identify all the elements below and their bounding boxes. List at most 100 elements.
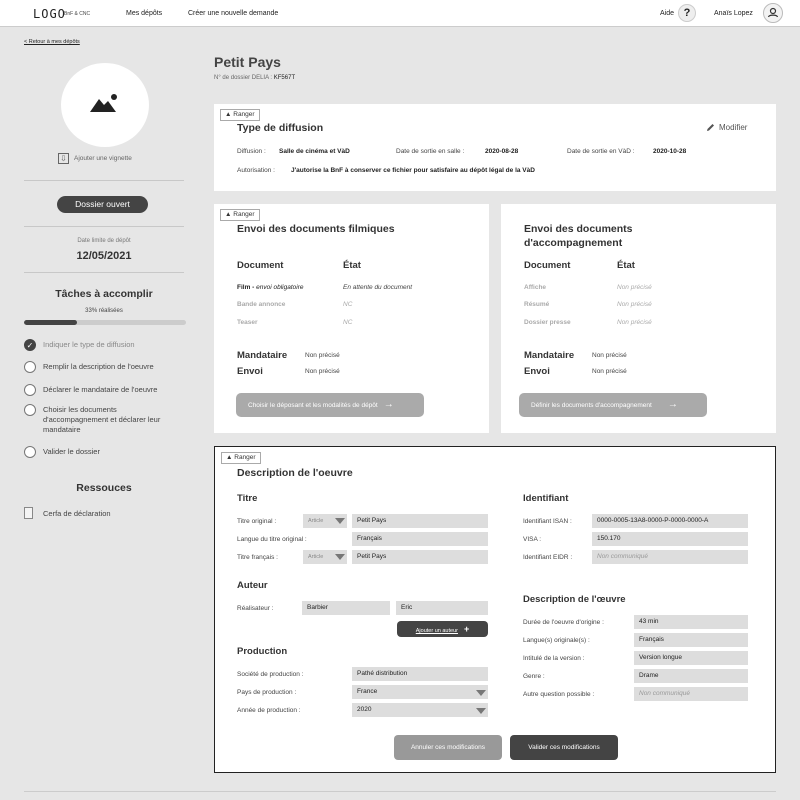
add-author-button[interactable]: Ajouter un auteur + bbox=[397, 621, 488, 637]
accompanying-title-line1: Envoi des documents bbox=[524, 223, 633, 235]
tasks-title: Tâches à accomplir bbox=[55, 288, 153, 300]
isan-label: Identifiant ISAN : bbox=[523, 518, 572, 525]
status-badge: Dossier ouvert bbox=[57, 196, 148, 213]
collapse-button[interactable]: ▲ Ranger bbox=[220, 109, 260, 121]
deadline-label: Date limite de dépôt bbox=[77, 238, 131, 244]
progress-bar bbox=[24, 320, 186, 325]
version-field[interactable]: Version longue bbox=[634, 651, 748, 665]
titre-francais-field[interactable]: Petit Pays bbox=[352, 550, 488, 564]
state-column-header: État bbox=[617, 260, 635, 271]
isan-field[interactable]: 0000-0005-13A8-0000-P-0000-0000-A bbox=[592, 514, 748, 528]
collapse-label: Ranger bbox=[233, 111, 255, 118]
production-heading: Production bbox=[237, 646, 288, 657]
langues-field[interactable]: Français bbox=[634, 633, 748, 647]
modify-button[interactable]: Modifier bbox=[706, 123, 747, 132]
diffusion-value: Salle de cinéma et VàD bbox=[279, 148, 350, 155]
genre-field[interactable]: Drame bbox=[634, 669, 748, 683]
collapse-label: Ranger bbox=[233, 211, 255, 218]
document-name: Teaser bbox=[237, 319, 258, 326]
cancel-button[interactable]: Annuler ces modifications bbox=[394, 735, 502, 760]
autre-label: Autre question possible : bbox=[523, 691, 595, 698]
user-icon[interactable] bbox=[763, 3, 783, 23]
titre-original-field[interactable]: Petit Pays bbox=[352, 514, 488, 528]
collapse-label: Ranger bbox=[234, 454, 256, 461]
envoi-value: Non précisé bbox=[305, 368, 340, 375]
realisateur-label: Réalisateur : bbox=[237, 605, 274, 612]
document-state: Non précisé bbox=[617, 319, 652, 326]
nav-new-request[interactable]: Créer une nouvelle demande bbox=[188, 10, 278, 17]
resource-link-cerfa[interactable]: Cerfa de déclaration bbox=[43, 509, 111, 518]
autre-field[interactable]: Non communiqué bbox=[634, 687, 748, 701]
titre-original-label: Titre original : bbox=[237, 518, 277, 525]
add-thumbnail-button[interactable]: ⇩ Ajouter une vignette bbox=[58, 153, 132, 164]
task-label: Remplir la description de l'oeuvre bbox=[43, 362, 154, 371]
release-date-label: Date de sortie en salle : bbox=[396, 148, 465, 155]
task-label: Déclarer le mandataire de l'oeuvre bbox=[43, 385, 158, 394]
envoi-label: Envoi bbox=[237, 366, 263, 377]
eidr-field[interactable]: Non communiqué bbox=[592, 550, 748, 564]
thumbnail-placeholder bbox=[61, 63, 149, 147]
logo-subtitle: BnF & CNC bbox=[64, 11, 91, 17]
divider bbox=[24, 226, 184, 227]
document-name: Affiche bbox=[524, 284, 547, 291]
validate-button[interactable]: Valider ces modifications bbox=[510, 735, 618, 760]
article-placeholder: Article bbox=[308, 518, 324, 524]
identifiant-heading: Identifiant bbox=[523, 493, 569, 504]
document-state: NC bbox=[343, 319, 353, 326]
divider bbox=[24, 272, 184, 273]
annee-select[interactable]: 2020 bbox=[352, 703, 488, 717]
langues-label: Langue(s) originale(s) : bbox=[523, 637, 590, 644]
mandataire-value: Non précisé bbox=[305, 352, 340, 359]
progress-label: 33% réalisées bbox=[85, 308, 123, 314]
duree-label: Durée de l'oeuvre d'origine : bbox=[523, 619, 604, 626]
titre-francais-label: Titre français : bbox=[237, 554, 278, 561]
pays-label: Pays de production : bbox=[237, 689, 297, 696]
plus-icon: + bbox=[463, 624, 470, 634]
societe-field[interactable]: Pathé distribution bbox=[352, 667, 488, 681]
diffusion-card: ▲ Ranger Type de diffusion Modifier Diff… bbox=[214, 104, 776, 191]
document-name: Dossier presse bbox=[524, 319, 571, 326]
titre-heading: Titre bbox=[237, 493, 258, 504]
radio-icon bbox=[24, 384, 36, 396]
document-state: En attente du document bbox=[343, 284, 413, 291]
document-icon bbox=[24, 507, 33, 519]
choose-depositor-button[interactable]: Choisir le déposant et les modalités de … bbox=[236, 393, 424, 417]
realisateur-firstname-field[interactable]: Eric bbox=[396, 601, 488, 615]
document-name: Résumé bbox=[524, 301, 550, 308]
logo: LOGO bbox=[33, 7, 66, 21]
visa-field[interactable]: 150.170 bbox=[592, 532, 748, 546]
deadline-date: 12/05/2021 bbox=[76, 250, 132, 262]
auteur-heading: Auteur bbox=[237, 580, 268, 591]
accompanying-documents-card: Envoi des documents d'accompagnement Doc… bbox=[501, 204, 776, 433]
collapse-button[interactable]: ▲ Ranger bbox=[220, 209, 260, 221]
nav-my-deposits[interactable]: Mes dépôts bbox=[126, 10, 162, 17]
help-link[interactable]: Aide bbox=[660, 10, 674, 17]
diffusion-title: Type de diffusion bbox=[237, 122, 324, 134]
define-accompanying-button[interactable]: Définir les documents d'accompagnement → bbox=[519, 393, 707, 417]
chevron-down-icon bbox=[476, 708, 486, 714]
task-label: Indiquer le type de diffusion bbox=[43, 340, 135, 349]
vod-date-label: Date de sortie en VàD : bbox=[567, 148, 635, 155]
langue-titre-label: Langue du titre original : bbox=[237, 536, 307, 543]
genre-label: Genre : bbox=[523, 673, 545, 680]
mandataire-value: Non précisé bbox=[592, 352, 627, 359]
page-title: Petit Pays bbox=[214, 54, 281, 70]
add-author-label: Ajouter un auteur bbox=[415, 628, 458, 634]
arrow-right-icon: → bbox=[383, 399, 394, 410]
realisateur-lastname-field[interactable]: Barbier bbox=[302, 601, 390, 615]
help-icon[interactable]: ? bbox=[678, 4, 696, 22]
duree-field[interactable]: 43 min bbox=[634, 615, 748, 629]
collapse-button[interactable]: ▲ Ranger bbox=[221, 452, 261, 464]
back-link[interactable]: < Retour à mes dépôts bbox=[24, 39, 80, 45]
pays-select[interactable]: France bbox=[352, 685, 488, 699]
oeuvre-heading: Description de l'œuvre bbox=[523, 594, 626, 605]
file-number-line: N° de dossier DELIA : KF567T bbox=[214, 75, 295, 81]
download-icon: ⇩ bbox=[58, 153, 69, 164]
vod-date-value: 2020-10-28 bbox=[653, 148, 687, 155]
arrow-right-icon: → bbox=[667, 399, 678, 410]
film-documents-title: Envoi des documents filmiques bbox=[237, 223, 395, 235]
define-accompanying-label: Définir les documents d'accompagnement bbox=[531, 402, 652, 409]
divider bbox=[24, 180, 184, 181]
user-name[interactable]: Anaïs Lopez bbox=[714, 10, 753, 17]
langue-titre-field[interactable]: Français bbox=[352, 532, 488, 546]
